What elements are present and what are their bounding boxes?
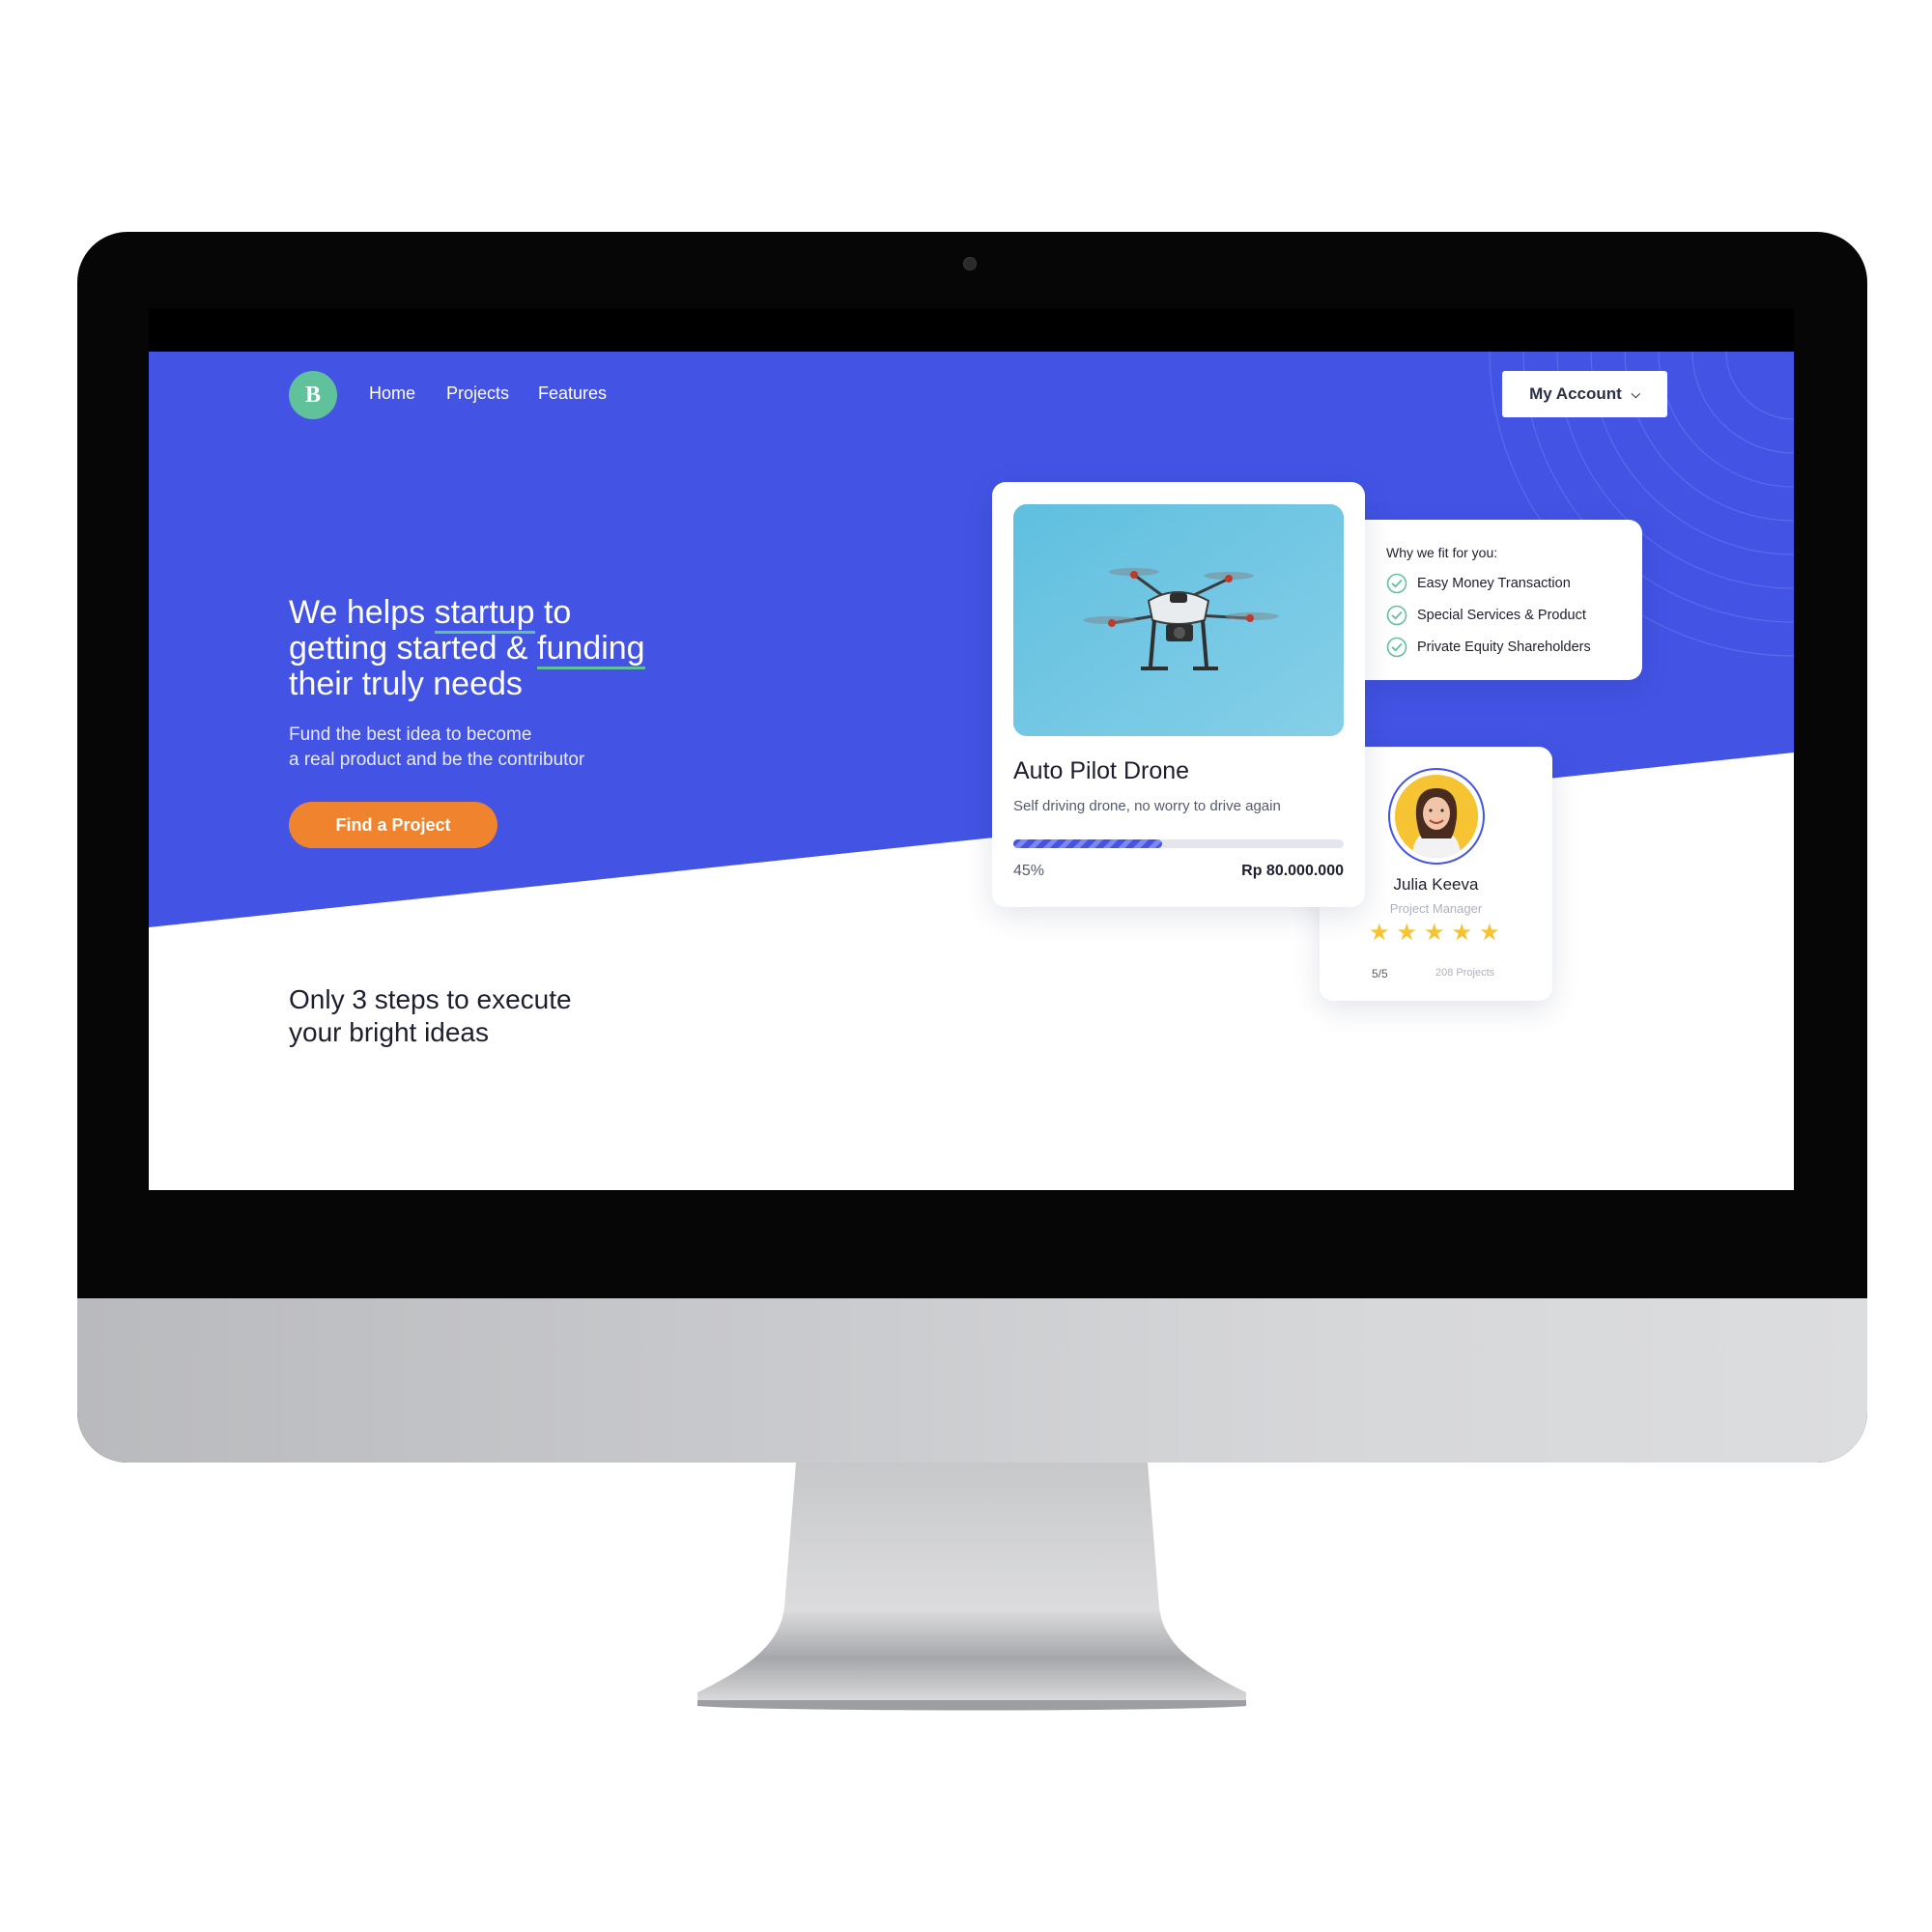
hero-subtitle-line: Fund the best idea to become xyxy=(289,724,532,745)
progress-percent: 45% xyxy=(1013,863,1045,879)
drone-photo-icon xyxy=(1013,504,1344,736)
hero-title-text: to xyxy=(534,594,572,631)
project-description: Self driving drone, no worry to drive ag… xyxy=(1013,798,1281,814)
browser-viewport: B Home Projects Features My Account ⌵ We… xyxy=(149,352,1794,1190)
hero-title-text: We helps xyxy=(289,594,435,631)
fit-item: Easy Money Transaction xyxy=(1386,573,1571,594)
hero-title: We helps startup to getting started & fu… xyxy=(289,594,791,702)
fit-item: Special Services & Product xyxy=(1386,605,1586,626)
imac-chin xyxy=(77,1298,1867,1463)
fit-item-label: Easy Money Transaction xyxy=(1417,576,1571,591)
my-account-dropdown[interactable]: My Account ⌵ xyxy=(1502,371,1667,417)
star-icon: ★ xyxy=(1451,920,1473,946)
avatar xyxy=(1395,775,1478,858)
hero-title-text: getting started & xyxy=(289,630,538,667)
check-circle-icon xyxy=(1386,637,1407,658)
hero-subtitle: Fund the best idea to become a real prod… xyxy=(289,723,695,773)
steps-title-line: Only 3 steps to execute xyxy=(289,984,572,1014)
star-rating: ★ ★ ★ ★ ★ xyxy=(1369,921,1500,946)
avatar-ring xyxy=(1388,768,1485,865)
nav-link-home[interactable]: Home xyxy=(369,384,415,404)
camera-dot xyxy=(963,257,977,270)
funding-progress-fill xyxy=(1013,839,1162,848)
chevron-down-icon: ⌵ xyxy=(1631,386,1640,401)
brand-logo[interactable]: B xyxy=(289,371,337,419)
fit-item-label: Private Equity Shareholders xyxy=(1417,639,1591,655)
star-icon: ★ xyxy=(1424,920,1445,946)
hero-highlight-funding: funding xyxy=(537,630,645,669)
find-project-button[interactable]: Find a Project xyxy=(289,802,497,848)
fit-item: Private Equity Shareholders xyxy=(1386,637,1591,658)
nav-link-projects[interactable]: Projects xyxy=(446,384,509,404)
monitor-screen: B Home Projects Features My Account ⌵ We… xyxy=(149,308,1794,1190)
check-circle-icon xyxy=(1386,573,1407,594)
why-fit-heading: Why we fit for you: xyxy=(1386,545,1498,560)
nav-link-features[interactable]: Features xyxy=(538,384,607,404)
projects-count: 208 Projects xyxy=(1435,967,1495,979)
funding-amount: Rp 80.000.000 xyxy=(1241,863,1344,879)
hero-subtitle-line: a real product and be the contributor xyxy=(289,750,585,770)
check-circle-icon xyxy=(1386,605,1407,626)
my-account-label: My Account xyxy=(1529,384,1622,403)
star-icon: ★ xyxy=(1479,920,1500,946)
project-title: Auto Pilot Drone xyxy=(1013,757,1190,784)
star-icon: ★ xyxy=(1396,920,1418,946)
why-fit-card: Why we fit for you: Easy Money Transacti… xyxy=(1365,520,1642,680)
hero-highlight-startup: startup xyxy=(434,594,535,634)
steps-section-title: Only 3 steps to execute your bright idea… xyxy=(289,983,656,1049)
imac-stand xyxy=(697,1463,1246,1711)
steps-title-line: your bright ideas xyxy=(289,1017,490,1047)
star-icon: ★ xyxy=(1369,920,1390,946)
fit-item-label: Special Services & Product xyxy=(1417,608,1586,623)
rating-value: 5/5 xyxy=(1372,967,1388,980)
hero-title-text: their truly needs xyxy=(289,666,523,702)
funding-progress-bar xyxy=(1013,839,1344,848)
project-card[interactable]: Auto Pilot Drone Self driving drone, no … xyxy=(992,482,1365,907)
